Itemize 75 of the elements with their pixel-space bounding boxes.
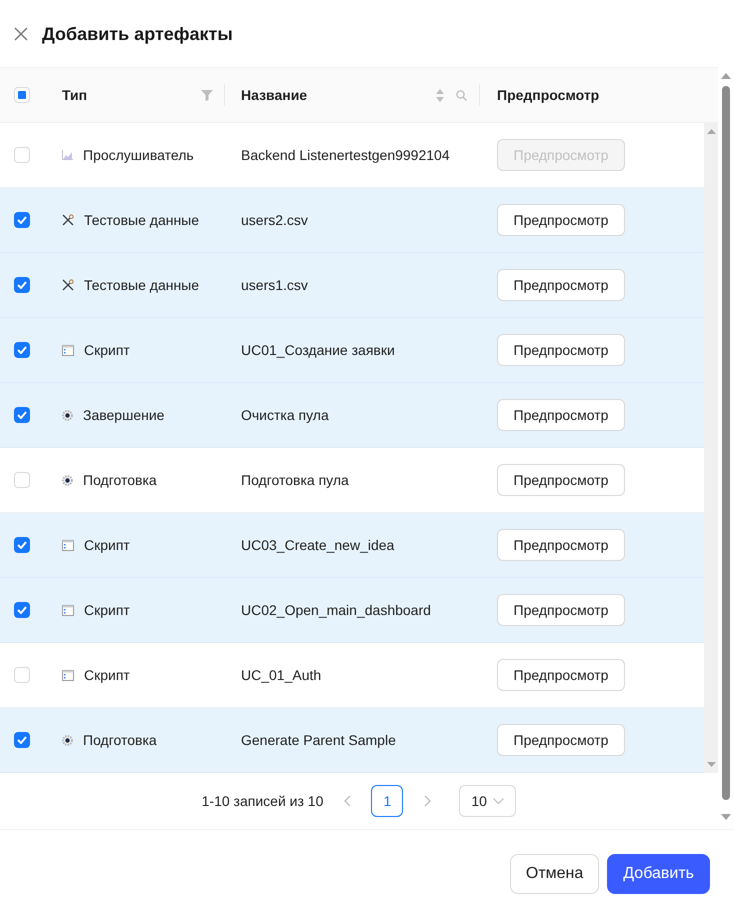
search-icon[interactable] [456,90,467,100]
artifact-name: users2.csv [241,212,308,228]
dialog-title: Добавить артефакты [42,24,233,44]
type-label: Прослушиватель [83,147,194,163]
artifact-name: users1.csv [241,277,308,293]
gear-icon [62,474,73,486]
row-checkbox[interactable] [14,277,30,293]
window-icon [62,604,74,616]
gear-icon [62,734,73,746]
type-label: Подготовка [83,732,157,748]
filter-icon[interactable] [201,90,213,100]
type-label: Завершение [83,407,164,423]
close-icon[interactable] [14,27,28,41]
artifact-name: UC01_Создание заявки [241,342,395,358]
row-checkbox[interactable] [14,407,30,423]
column-header: Тип [62,87,88,103]
preview-button[interactable]: Предпросмотр [497,529,625,561]
checkmark-icon [17,411,27,419]
chart-icon [62,150,73,160]
triangle-down-icon[interactable] [721,814,731,820]
cancel-button[interactable]: Отмена [510,854,600,894]
preview-button[interactable]: Предпросмотр [497,724,625,756]
preview-button[interactable]: Предпросмотр [497,204,625,236]
checkmark-icon [17,736,27,744]
artifact-name: UC02_Open_main_dashboard [241,602,431,618]
triangle-up-icon[interactable] [706,129,716,134]
artifact-name: Подготовка пула [241,472,349,488]
type-label: Скрипт [84,667,130,683]
row-checkbox[interactable] [14,732,30,748]
type-label: Подготовка [83,472,157,488]
preview-button[interactable]: Предпросмотр [497,269,625,301]
window-icon [62,540,74,550]
chevron-down-icon [492,798,504,804]
type-label: Тестовые данные [84,212,200,228]
preview-button[interactable]: Предпросмотр [497,334,625,366]
gear-icon [62,410,73,420]
chevron-left-icon[interactable] [344,795,351,807]
checkmark-icon [17,606,27,614]
pagination-summary: 1-10 записей из 10 [202,793,324,809]
row-checkbox[interactable] [14,342,30,358]
artifact-name: Очистка пула [241,407,329,423]
add-button[interactable]: Добавить [607,854,710,894]
artifact-name: UC_01_Auth [241,667,322,683]
window-icon [62,344,74,356]
chevron-right-icon[interactable] [424,795,431,807]
triangle-up-icon[interactable] [721,73,731,79]
tools-icon [62,279,74,291]
sort-icon[interactable] [436,88,444,102]
checkmark-icon [17,216,27,224]
row-checkbox[interactable] [14,212,30,228]
type-label: Тестовые данные [84,277,200,293]
type-label: Скрипт [84,602,130,618]
preview-button[interactable]: Предпросмотр [497,594,625,626]
column-header: Предпросмотр [497,87,600,103]
type-label: Скрипт [84,537,130,553]
window-icon [62,670,74,680]
preview-button[interactable]: Предпросмотр [497,464,625,496]
type-label: Скрипт [84,342,130,358]
tools-icon [62,214,74,226]
checkmark-icon [17,541,27,549]
page-button[interactable]: 1 [371,785,404,817]
scrollbar-thumb[interactable] [722,86,730,800]
triangle-down-icon[interactable] [706,762,716,767]
preview-button[interactable]: Предпросмотр [497,659,625,691]
select-all-checkbox[interactable] [14,87,30,103]
column-header: Название [241,87,308,103]
page-size-select[interactable]: 10 [459,785,516,817]
artifact-name: Generate Parent Sample [241,732,396,748]
artifact-name: UC03_Create_new_idea [241,537,394,553]
artifact-name: Backend Listenertestgen9992104 [241,147,450,163]
checkmark-icon [17,281,27,289]
preview-button[interactable]: Предпросмотр [497,399,625,431]
checkmark-icon [17,346,27,354]
row-checkbox[interactable] [14,537,30,553]
row-checkbox[interactable] [14,602,30,618]
